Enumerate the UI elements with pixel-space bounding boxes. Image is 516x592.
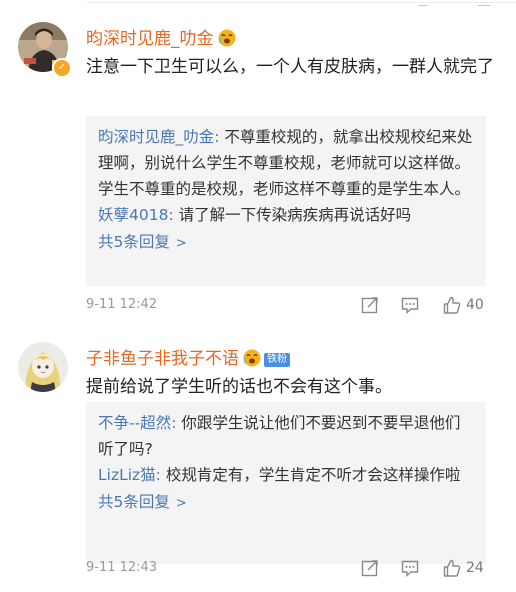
comment-username[interactable]: 子非鱼子非我子不语 铁粉 <box>86 344 290 369</box>
share-icon[interactable] <box>360 295 380 315</box>
chevron-right-icon: > <box>175 496 187 511</box>
comment-time: 9-11 12:43 <box>86 560 158 575</box>
comment-time: 9-11 12:42 <box>86 297 158 312</box>
reply-username[interactable]: LizLiz猫 <box>98 466 156 484</box>
emoji-face-icon <box>243 349 261 367</box>
reply-item: 不争--超然: 你跟学生说让他们不要迟到不要早退他们听了吗? <box>98 414 461 458</box>
like-icon[interactable] <box>442 295 462 315</box>
comment-text: 提前给说了学生听的话也不会有这个事。 <box>86 377 392 397</box>
comment-username[interactable]: 昀深时见鹿_叻金 <box>86 24 236 49</box>
comment-item: ✓ 昀深时见鹿_叻金 注意一下卫生可以么，一个人有皮肤病，一群人就完了 昀深时见… <box>0 14 516 320</box>
top-divider <box>0 0 516 6</box>
like-count: 40 <box>466 297 484 313</box>
reply-box[interactable]: 不争--超然: 你跟学生说让他们不要迟到不要早退他们听了吗? LizLiz猫: … <box>86 402 486 564</box>
fan-tag-badge: 铁粉 <box>264 353 290 367</box>
more-replies-link[interactable]: 共5条回复 > <box>98 488 474 518</box>
comment-item: 子非鱼子非我子不语 铁粉 提前给说了学生听的话也不会有这个事。 不争--超然: 你… <box>0 334 516 592</box>
avatar[interactable] <box>18 342 68 392</box>
reply-username[interactable]: 妖孽4018 <box>98 206 168 224</box>
verified-badge-icon: ✓ <box>52 58 72 78</box>
share-icon[interactable] <box>360 558 380 578</box>
emoji-face-icon <box>218 29 235 47</box>
like-count: 24 <box>466 560 484 576</box>
comment-meta: 9-11 12:43 24 <box>86 558 496 580</box>
comment-meta: 9-11 12:42 40 <box>86 295 496 317</box>
more-replies-link[interactable]: 共5条回复 > <box>98 228 474 258</box>
comment-icon[interactable] <box>400 558 420 578</box>
reply-item: 昀深时见鹿_叻金: 不尊重校规的，就拿出校规校纪来处理啊，别说什么学生不尊重校规… <box>98 128 473 198</box>
reply-item: 妖孽4018: 请了解一下传染病疾病再说话好吗 <box>98 206 412 224</box>
chevron-right-icon: > <box>175 236 187 251</box>
comment-text: 注意一下卫生可以么，一个人有皮肤病，一群人就完了 <box>86 57 494 77</box>
comment-icon[interactable] <box>400 295 420 315</box>
reply-username[interactable]: 不争--超然 <box>98 414 171 432</box>
reply-text: 请了解一下传染病疾病再说话好吗 <box>178 206 412 224</box>
reply-username[interactable]: 昀深时见鹿_叻金 <box>98 128 214 146</box>
reply-box[interactable]: 昀深时见鹿_叻金: 不尊重校规的，就拿出校规校纪来处理啊，别说什么学生不尊重校规… <box>86 116 486 286</box>
reply-item: LizLiz猫: 校规肯定有，学生肯定不听才会这样操作啦 <box>98 466 461 484</box>
reply-text: 校规肯定有，学生肯定不听才会这样操作啦 <box>165 466 461 484</box>
like-icon[interactable] <box>442 558 462 578</box>
